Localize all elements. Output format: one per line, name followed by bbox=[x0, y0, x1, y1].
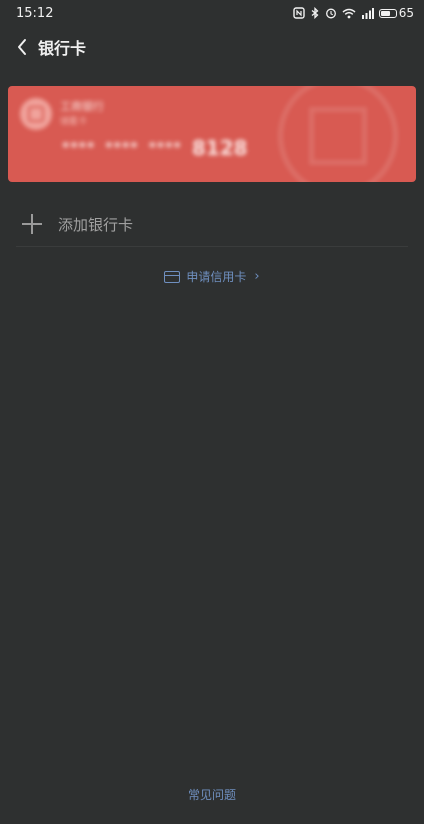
add-bank-card-button[interactable]: 添加银行卡 bbox=[16, 202, 408, 247]
bluetooth-icon bbox=[310, 7, 320, 19]
card-content: 工商银行 储蓄卡 **** **** **** 8128 bbox=[8, 86, 416, 182]
status-time: 15:12 bbox=[16, 5, 54, 21]
status-icons: 65 bbox=[293, 6, 414, 20]
bank-name: 工商银行 bbox=[60, 100, 104, 113]
wifi-icon bbox=[342, 8, 356, 19]
bank-watermark-icon bbox=[278, 86, 398, 182]
faq-link[interactable]: 常见问题 bbox=[0, 786, 424, 803]
card-number-masked-2: **** bbox=[105, 140, 139, 156]
back-button[interactable] bbox=[10, 33, 34, 61]
plus-icon bbox=[20, 212, 44, 236]
nfc-icon bbox=[293, 7, 305, 19]
apply-credit-card-link[interactable]: 申请信用卡 › bbox=[0, 268, 424, 285]
chevron-left-icon bbox=[18, 39, 26, 55]
battery-level: 65 bbox=[398, 6, 414, 20]
add-bank-card-label: 添加银行卡 bbox=[58, 215, 134, 234]
apply-credit-card-label: 申请信用卡 bbox=[186, 270, 247, 284]
battery-icon: 65 bbox=[378, 6, 414, 20]
status-bar: 15:12 65 bbox=[0, 0, 424, 26]
navigation-bar: 银行卡 bbox=[0, 26, 424, 68]
card-type: 储蓄卡 bbox=[60, 117, 88, 127]
card-number: **** **** **** 8128 bbox=[62, 136, 248, 160]
credit-card-icon bbox=[164, 270, 181, 283]
alarm-icon bbox=[325, 7, 337, 19]
bank-card[interactable]: 工商银行 储蓄卡 **** **** **** 8128 bbox=[8, 86, 416, 182]
card-number-masked-1: **** bbox=[62, 140, 96, 156]
page-title: 银行卡 bbox=[38, 39, 87, 58]
bank-cards-screen: 15:12 65 银行卡 工商银行 储蓄卡 **** **** **** 812… bbox=[0, 0, 424, 824]
card-number-last-four: 8128 bbox=[191, 136, 248, 160]
bank-logo-icon bbox=[20, 98, 52, 130]
chevron-right-icon: › bbox=[254, 269, 260, 284]
signal-icon bbox=[361, 7, 374, 19]
card-number-masked-3: **** bbox=[148, 140, 182, 156]
